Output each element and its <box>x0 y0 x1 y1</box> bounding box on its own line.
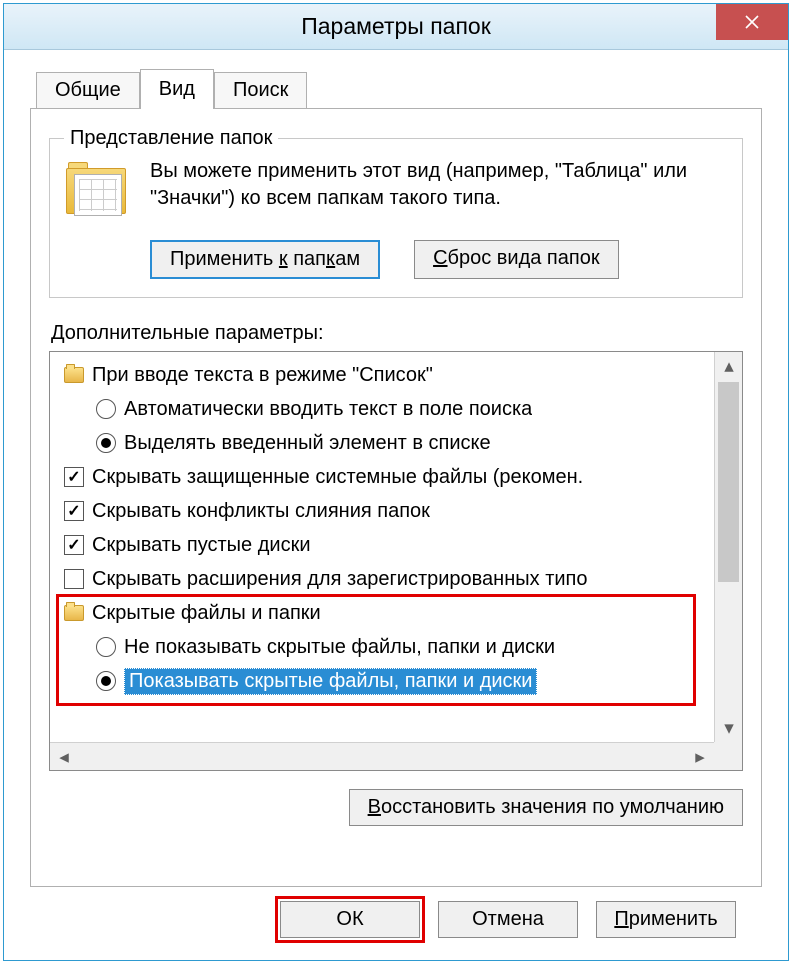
tab-general[interactable]: Общие <box>36 72 140 108</box>
checkbox-icon <box>64 501 84 521</box>
radio-icon <box>96 433 116 453</box>
scroll-corner <box>714 742 742 770</box>
tab-view[interactable]: Вид <box>140 69 214 109</box>
scroll-left-arrow[interactable]: ◂ <box>50 743 78 771</box>
advanced-settings-label: Дополнительные параметры: <box>51 322 743 345</box>
folder-views-icon <box>64 164 132 226</box>
window-title: Параметры папок <box>301 13 491 40</box>
apply-to-folders-button[interactable]: Применить к папкам <box>150 240 380 279</box>
folder-options-window: Параметры папок Общие Вид Поиск Представ… <box>3 3 789 961</box>
radio-auto-type-search[interactable]: Автоматически вводить текст в поле поиск… <box>60 392 714 426</box>
radio-icon <box>96 637 116 657</box>
folder-views-group: Представление папок Вы можете применить … <box>49 127 743 298</box>
close-button[interactable] <box>716 4 788 40</box>
dialog-buttons: ОК Отмена Применить <box>30 887 762 938</box>
check-hide-merge-conflicts[interactable]: Скрывать конфликты слияния папок <box>60 494 714 528</box>
check-hide-empty-drives[interactable]: Скрывать пустые диски <box>60 528 714 562</box>
titlebar: Параметры папок <box>4 4 788 50</box>
tree-group-typing[interactable]: При вводе текста в режиме "Список" <box>60 358 714 392</box>
advanced-settings-list: При вводе текста в режиме "Список" Автом… <box>49 351 743 771</box>
list-viewport[interactable]: При вводе текста в режиме "Список" Автом… <box>50 352 714 742</box>
scroll-up-arrow[interactable]: ▴ <box>715 352 743 380</box>
scroll-right-arrow[interactable]: ▸ <box>686 743 714 771</box>
vertical-scrollbar[interactable]: ▴ ▾ <box>714 352 742 742</box>
checkbox-icon <box>64 467 84 487</box>
check-hide-extensions[interactable]: Скрывать расширения для зарегистрированн… <box>60 562 714 596</box>
close-icon <box>744 14 760 30</box>
ok-button[interactable]: ОК <box>280 901 420 938</box>
horizontal-scrollbar[interactable]: ◂ ▸ <box>50 742 714 770</box>
scroll-down-arrow[interactable]: ▾ <box>715 714 743 742</box>
checkbox-icon <box>64 535 84 555</box>
tab-search[interactable]: Поиск <box>214 72 307 108</box>
tree-group-hidden-files[interactable]: Скрытые файлы и папки <box>60 596 714 630</box>
checkbox-icon <box>64 569 84 589</box>
restore-defaults-button[interactable]: Восстановить значения по умолчанию <box>349 789 743 826</box>
tab-strip: Общие Вид Поиск <box>36 68 762 108</box>
tab-panel-view: Представление папок Вы можете применить … <box>30 108 762 887</box>
folder-icon <box>64 605 84 621</box>
group-description: Вы можете применить этот вид (например, … <box>150 158 728 226</box>
group-legend: Представление папок <box>64 127 278 150</box>
cancel-button[interactable]: Отмена <box>438 901 578 938</box>
dialog-content: Общие Вид Поиск Представление папок Вы м… <box>4 50 788 960</box>
radio-icon <box>96 399 116 419</box>
folder-icon <box>64 367 84 383</box>
check-hide-protected[interactable]: Скрывать защищенные системные файлы (рек… <box>60 460 714 494</box>
reset-folders-button[interactable]: Сброс вида папок <box>414 240 619 279</box>
apply-button[interactable]: Применить <box>596 901 736 938</box>
radio-icon <box>96 671 116 691</box>
radio-select-typed-item[interactable]: Выделять введенный элемент в списке <box>60 426 714 460</box>
radio-show-hidden[interactable]: Показывать скрытые файлы, папки и диски <box>60 664 714 698</box>
scroll-thumb[interactable] <box>718 382 739 582</box>
radio-dont-show-hidden[interactable]: Не показывать скрытые файлы, папки и дис… <box>60 630 714 664</box>
